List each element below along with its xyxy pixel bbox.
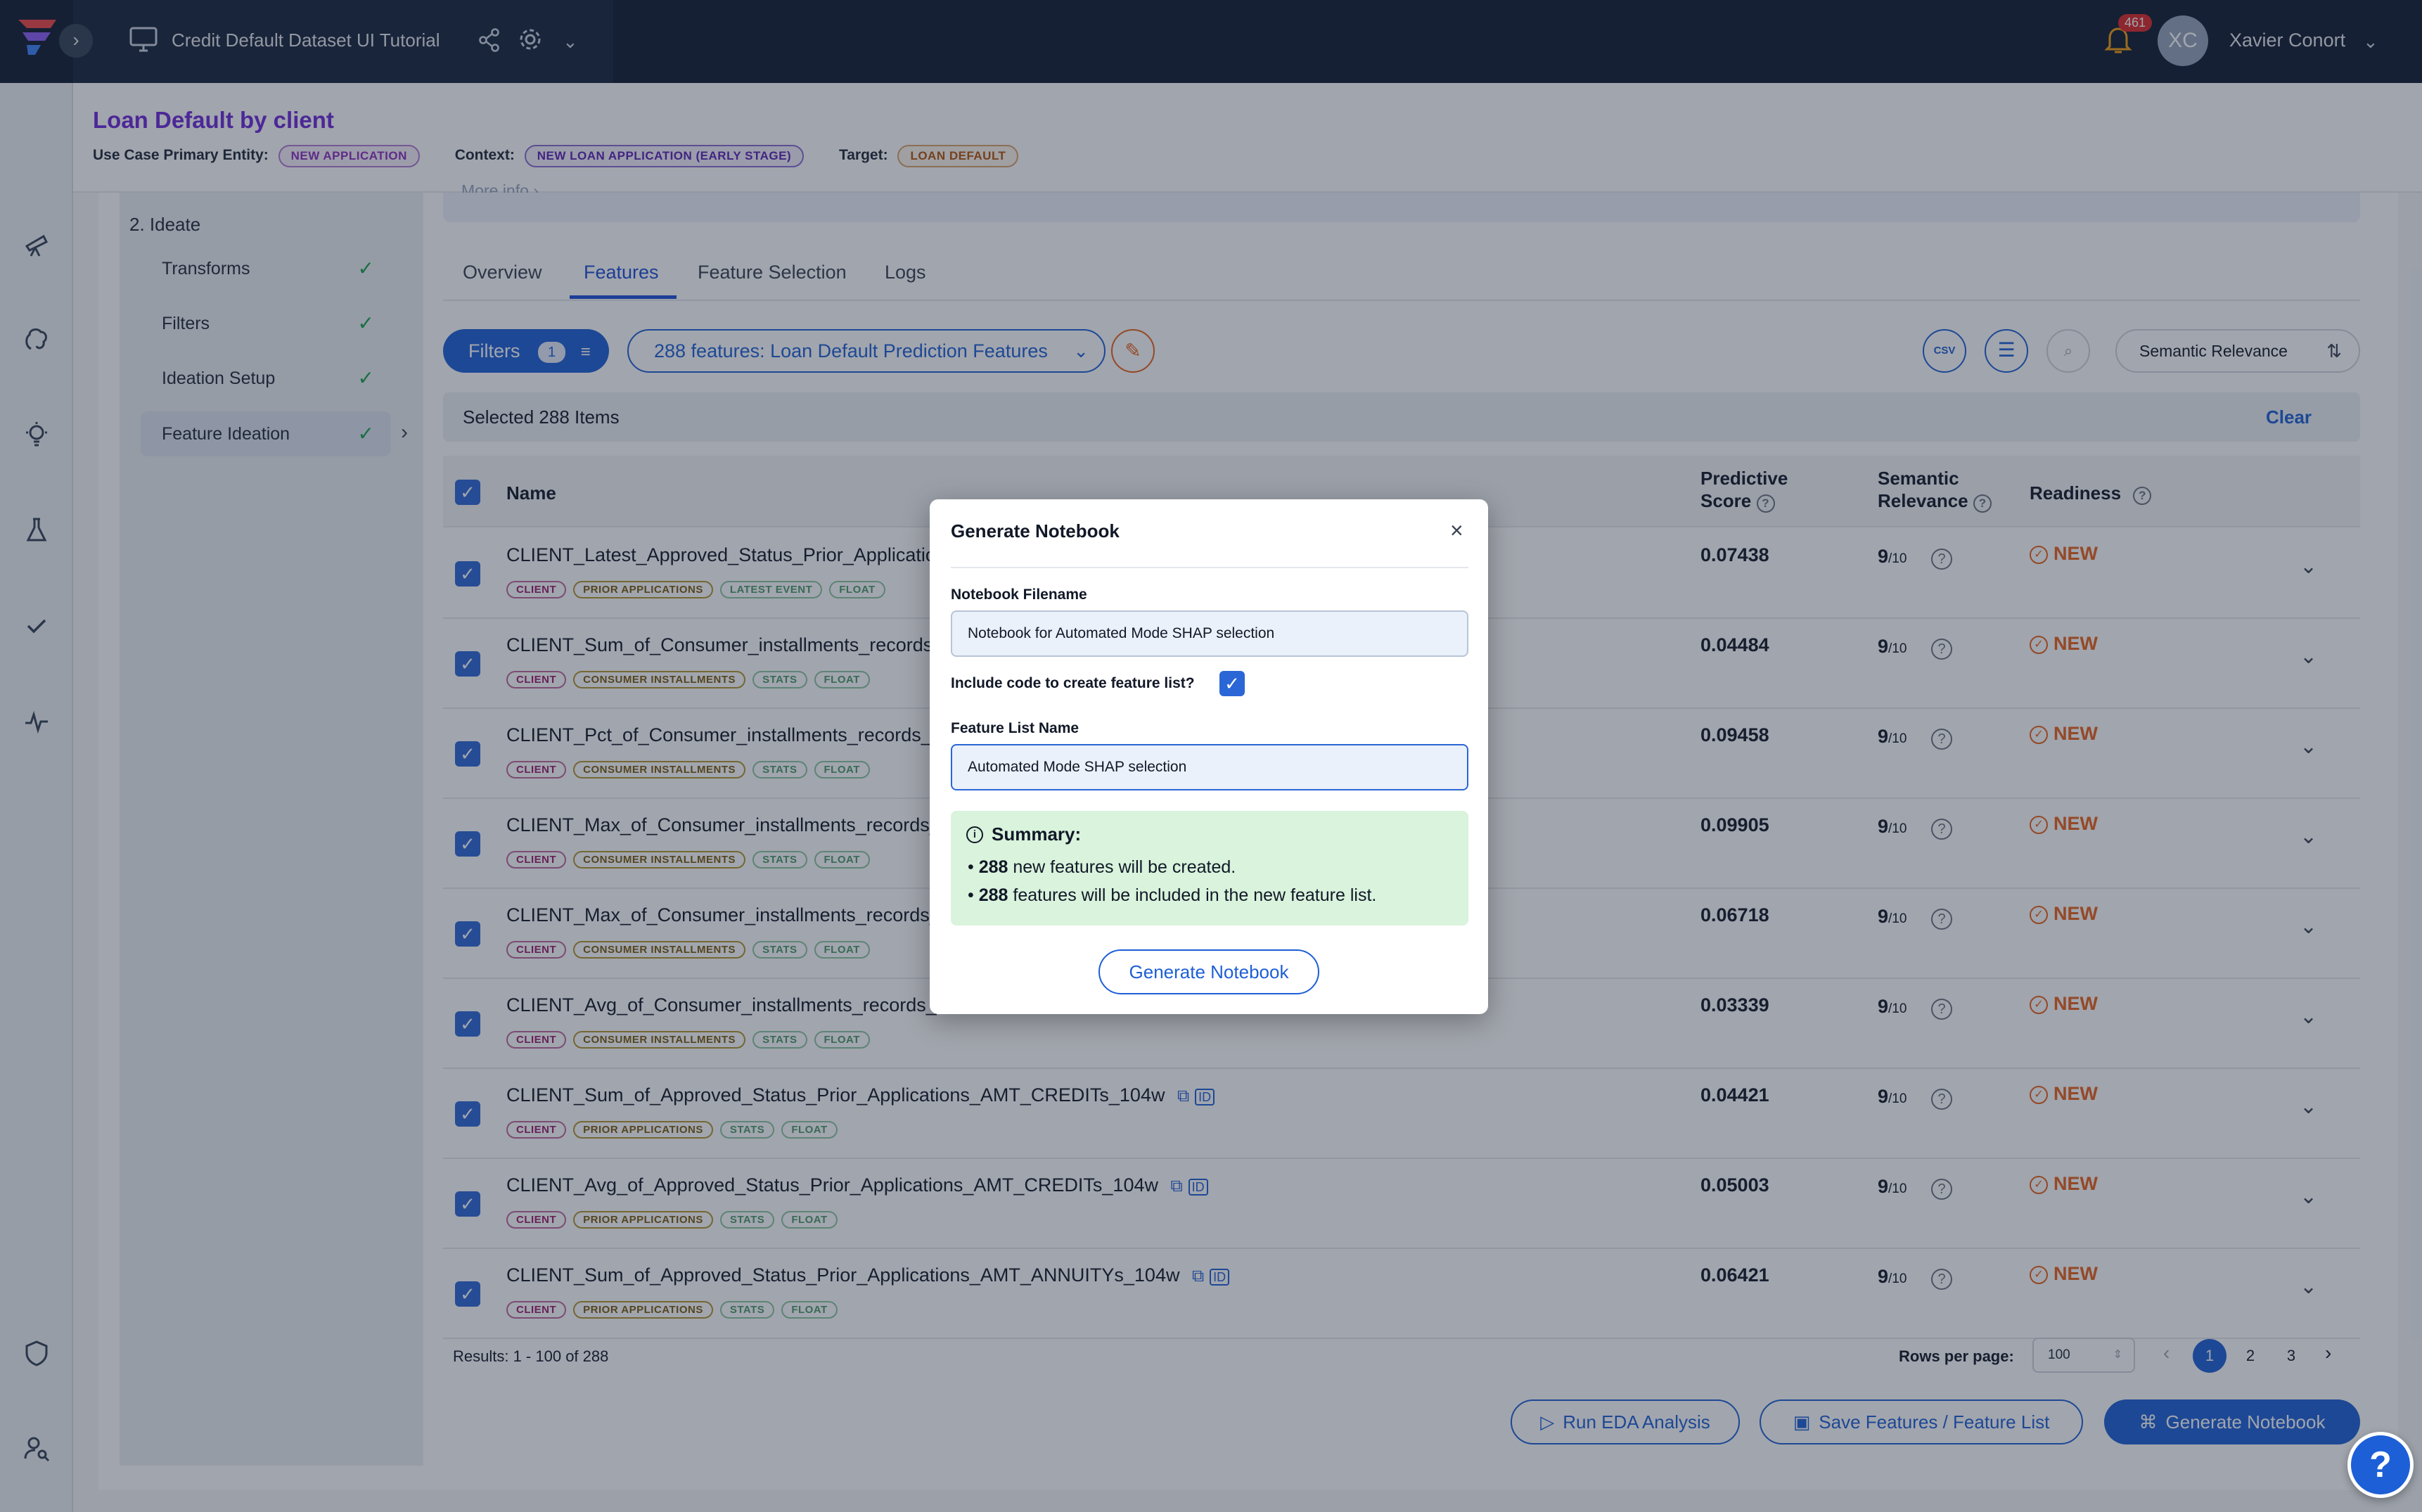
summary-title: Summary: (992, 824, 1082, 845)
filename-input[interactable]: Notebook for Automated Mode SHAP selecti… (951, 610, 1468, 657)
close-icon[interactable]: × (1450, 518, 1463, 544)
modal-divider (951, 567, 1468, 568)
generate-notebook-modal: Generate Notebook × Notebook Filename No… (930, 499, 1488, 1014)
summary-line-included: • 288 features will be included in the n… (968, 885, 1377, 905)
feature-list-name-input[interactable]: Automated Mode SHAP selection (951, 744, 1468, 790)
include-code-checkbox[interactable]: ✓ (1219, 671, 1245, 696)
feature-list-name-label: Feature List Name (951, 720, 1079, 736)
info-icon: i (966, 826, 983, 843)
summary-box: i Summary: • 288 new features will be cr… (951, 811, 1468, 925)
modal-generate-notebook-button[interactable]: Generate Notebook (1098, 949, 1319, 994)
help-fab[interactable]: ? (2347, 1432, 2414, 1498)
include-code-label: Include code to create feature list? (951, 675, 1195, 691)
filename-label: Notebook Filename (951, 587, 1087, 603)
modal-title: Generate Notebook (951, 520, 1120, 542)
summary-line-new: • 288 new features will be created. (968, 857, 1236, 877)
